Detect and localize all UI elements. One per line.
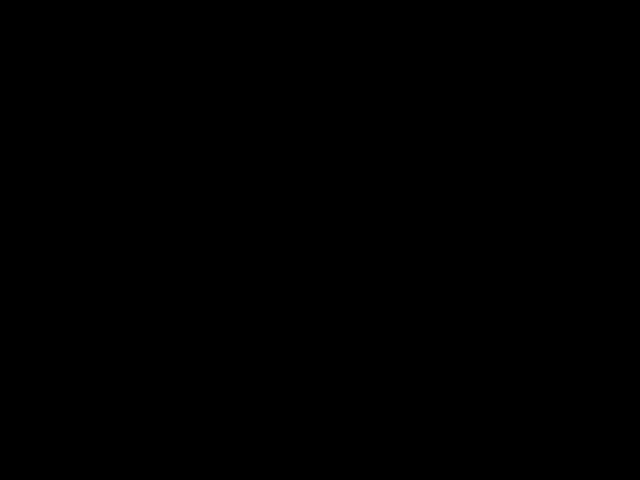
y-axis-label <box>47 122 67 322</box>
spectrogram-window <box>0 0 640 480</box>
spectrogram-plot <box>0 0 640 480</box>
